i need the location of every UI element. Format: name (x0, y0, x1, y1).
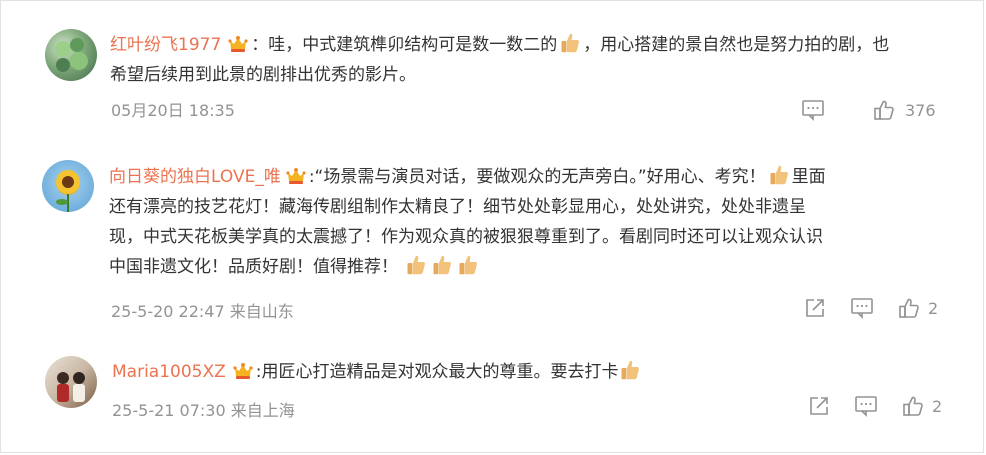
comment-text: ，用心搭建的景自然也是努力拍的剧，也 (583, 35, 890, 55)
comment-meta: 05月20日 18:35 (111, 101, 235, 120)
comment-actions: 2 (808, 395, 942, 417)
like-count: 376 (905, 100, 936, 120)
username[interactable]: Maria1005XZ (112, 362, 226, 382)
comment-button[interactable] (850, 297, 874, 319)
comment-text: :用匠心打造精品是对观众最大的尊重。要去打卡 (255, 362, 619, 382)
comment-list: 红叶纷飞1977 ：哇，中式建筑榫卯结构可是数一数二的 ，用心搭建的景自然也是努力拍… (0, 0, 984, 453)
thumbs-up-emoji (769, 164, 789, 186)
like-button[interactable]: 2 (898, 297, 938, 319)
comment-body: 向日葵的独白LOVE_唯 :“场景需与演员对话，要做观众的无声旁白。”好用心、考究… (109, 162, 826, 282)
avatar[interactable] (42, 160, 94, 212)
comment-icon (801, 99, 825, 121)
avatar-image (56, 170, 80, 212)
comment-text: 里面 (791, 167, 826, 187)
comment-actions: 2 (804, 297, 938, 319)
like-count: 2 (932, 396, 943, 416)
comment-body: Maria1005XZ :用匠心打造精品是对观众最大的尊重。要去打卡 (112, 357, 643, 387)
comment-text: ：哇，中式建筑榫卯结构可是数一数二的 (251, 35, 558, 55)
comment-meta: 25-5-21 07:30 来自上海 (112, 401, 295, 420)
comment-text: 现，中式天花板美学真的太震撼了！作为观众真的被狠狠尊重到了。看剧同时还可以让观众… (109, 227, 823, 247)
like-icon (898, 297, 920, 319)
crown-badge-icon (285, 167, 307, 185)
thumbs-up-emoji (432, 254, 452, 276)
share-icon (804, 297, 826, 319)
username[interactable]: 红叶纷飞1977 (110, 35, 221, 55)
like-icon (902, 395, 924, 417)
thumbs-up-emoji (458, 254, 478, 276)
like-count: 2 (928, 298, 939, 318)
thumbs-up-emoji (620, 359, 640, 381)
like-button[interactable]: 2 (902, 395, 942, 417)
comment-actions: 376 (801, 99, 936, 121)
like-button[interactable]: 376 (873, 99, 936, 121)
comment-button[interactable] (801, 99, 825, 121)
comment-text: 还有漂亮的技艺花灯！藏海传剧组制作太精良了！细节处处彰显用心，处处讲究，处处非遗… (109, 197, 806, 217)
avatar[interactable] (45, 29, 97, 81)
comment-icon (854, 395, 878, 417)
avatar-image (57, 372, 85, 402)
like-icon (873, 99, 895, 121)
comment-text: 中国非遗文化！品质好剧！值得推荐！ (109, 257, 398, 277)
comment-text: 希望后续用到此景的剧排出优秀的影片。 (110, 65, 416, 85)
comment-meta: 25-5-20 22:47 来自山东 (111, 302, 294, 321)
crown-badge-icon (227, 35, 249, 53)
comment-text: :“场景需与演员对话，要做观众的无声旁白。”好用心、考究！ (308, 167, 766, 187)
comment-icon (850, 297, 874, 319)
share-button[interactable] (804, 297, 826, 319)
comment-button[interactable] (854, 395, 878, 417)
thumbs-up-emoji (406, 254, 426, 276)
thumbs-up-emoji (560, 32, 580, 54)
username[interactable]: 向日葵的独白LOVE_唯 (109, 167, 281, 187)
crown-badge-icon (232, 362, 254, 380)
share-icon (808, 395, 830, 417)
avatar-image (55, 38, 88, 72)
share-button[interactable] (808, 395, 830, 417)
avatar[interactable] (45, 356, 97, 408)
comment-body: 红叶纷飞1977 ：哇，中式建筑榫卯结构可是数一数二的 ，用心搭建的景自然也是努力拍… (110, 30, 889, 90)
